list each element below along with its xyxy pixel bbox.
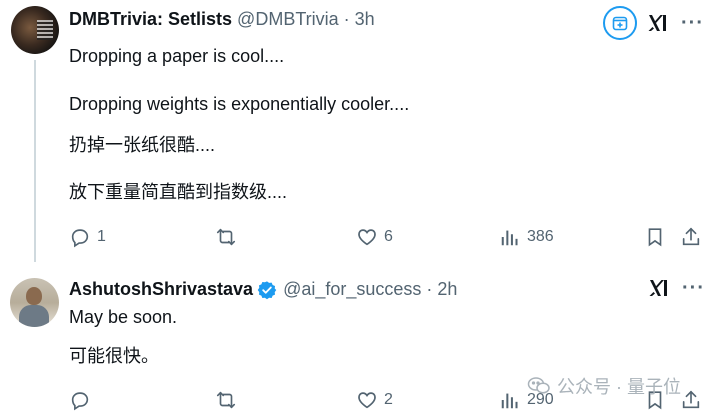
bar-chart-icon: [501, 393, 518, 409]
watermark-text: 公众号 · 量子位: [557, 377, 681, 397]
avatar-image: [26, 287, 42, 305]
author-name[interactable]: AshutoshShrivastava: [69, 279, 253, 300]
heart-icon: [358, 392, 376, 409]
tweet-text-line: 放下重量简直酷到指数级....: [69, 182, 288, 202]
like-button[interactable]: 6: [356, 226, 393, 248]
tweet-actions: 1 6 386: [69, 226, 709, 250]
verified-badge-icon: [257, 280, 277, 299]
retweet-button[interactable]: [215, 226, 237, 248]
tweet-header: AshutoshShrivastava @ai_for_success · 2h: [69, 279, 457, 300]
bar-chart-icon: [501, 230, 518, 246]
tweet[interactable]: AshutoshShrivastava @ai_for_success · 2h…: [0, 0, 720, 411]
share-icon: [682, 227, 700, 246]
bookmark-icon: [648, 228, 662, 247]
like-count: 6: [384, 228, 393, 245]
timestamp[interactable]: 2h: [437, 279, 457, 300]
avatar[interactable]: [10, 278, 59, 327]
tweet-text-line: 可能很快。: [69, 346, 159, 366]
share-icon: [682, 390, 700, 409]
views-button[interactable]: 386: [499, 226, 554, 248]
avatar-image: [19, 305, 49, 327]
reply-icon: [71, 229, 89, 248]
retweet-icon: [216, 228, 236, 246]
like-button[interactable]: 2: [356, 389, 393, 411]
reply-icon: [71, 392, 89, 411]
reply-count: 1: [97, 228, 106, 245]
author-handle[interactable]: @ai_for_success: [283, 279, 421, 300]
wechat-icon: [527, 377, 550, 394]
views-count: 386: [527, 228, 554, 245]
bookmark-button[interactable]: [644, 226, 666, 248]
retweet-button[interactable]: [215, 389, 237, 411]
share-button[interactable]: [680, 389, 702, 411]
watermark: 公众号 · 量子位: [527, 373, 681, 399]
like-count: 2: [384, 391, 393, 408]
tweet-text-line: May be soon.: [69, 307, 178, 327]
heart-icon: [358, 229, 376, 246]
retweet-icon: [216, 391, 236, 409]
separator: ·: [426, 279, 433, 299]
more-icon[interactable]: ···: [682, 278, 705, 298]
tweet-top-actions: ···: [648, 277, 705, 299]
reply-button[interactable]: 1: [69, 226, 106, 248]
reply-button[interactable]: [69, 389, 91, 411]
share-button[interactable]: [680, 226, 702, 248]
xai-icon[interactable]: [648, 277, 670, 299]
